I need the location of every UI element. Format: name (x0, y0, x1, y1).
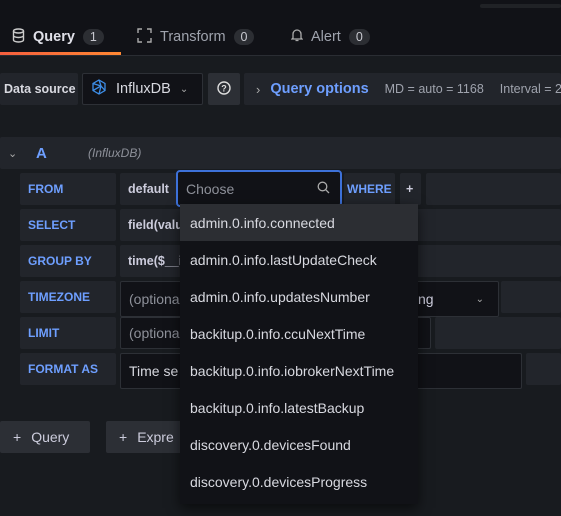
data-source-select[interactable]: InfluxDB ⌄ (82, 73, 203, 105)
add-where-button[interactable]: + (400, 173, 421, 205)
retention-policy-select[interactable]: default (120, 173, 180, 205)
measurement-dropdown: admin.0.info.connected admin.0.info.last… (180, 204, 418, 504)
row-filler (501, 281, 561, 313)
tab-label: Transform (160, 29, 226, 45)
format-as-label: FORMAT AS (20, 353, 116, 385)
transform-icon (137, 27, 152, 47)
button-label: Query (31, 429, 70, 445)
dropdown-option[interactable]: backitup.0.info.ccuNextTime (180, 315, 418, 352)
tab-label: Query (33, 29, 75, 45)
tab-transform[interactable]: Transform 0 (137, 26, 255, 48)
tab-count: 1 (82, 29, 104, 45)
tab-query[interactable]: Query 1 (12, 26, 104, 48)
order-by-value: ng (418, 291, 434, 307)
dropdown-option[interactable]: backitup.0.info.latestBackup (180, 389, 418, 426)
query-ref-id[interactable]: A (36, 145, 47, 162)
bell-icon (290, 28, 304, 46)
database-icon (12, 27, 25, 47)
timezone-label: TIMEZONE (20, 281, 116, 313)
plus-icon: + (13, 429, 22, 445)
measurement-placeholder: Choose (186, 180, 235, 197)
query-options-toggle[interactable]: Query options (270, 81, 368, 97)
row-filler (526, 353, 561, 385)
row-filler (435, 317, 561, 349)
from-label: FROM (20, 173, 116, 205)
query-datasource-name: (InfluxDB) (88, 146, 142, 160)
chevron-right-icon: › (256, 81, 261, 97)
max-data-points: MD = auto = 1168 (384, 82, 484, 96)
add-query-button[interactable]: + Query (0, 421, 90, 453)
interval: Interval = 20 (499, 82, 561, 96)
dropdown-option[interactable]: backitup.0.info.iobrokerNextTime (180, 352, 418, 389)
dropdown-option[interactable]: discovery.0.devicesProgress (180, 463, 418, 500)
collapse-chevron-icon[interactable]: ⌄ (8, 147, 17, 160)
help-icon: ? (217, 80, 231, 98)
dropdown-option[interactable]: admin.0.info.updatesNumber (180, 278, 418, 315)
tab-label: Alert (311, 29, 341, 45)
dropdown-option[interactable]: admin.0.info.lastUpdateCheck (180, 241, 418, 278)
chevron-down-icon: ⌄ (475, 293, 484, 305)
svg-text:?: ? (221, 83, 227, 93)
chevron-down-icon: ⌄ (179, 83, 189, 95)
help-button[interactable]: ? (208, 73, 240, 105)
dropdown-option[interactable]: discovery.0.devicesFound (180, 426, 418, 463)
query-row-header[interactable]: ⌄ A (InfluxDB) (0, 137, 561, 169)
row-filler (426, 173, 561, 205)
tab-count: 0 (233, 29, 255, 45)
search-icon (317, 181, 330, 197)
tab-alert[interactable]: Alert 0 (290, 26, 370, 48)
select-label: SELECT (20, 209, 116, 241)
tab-count: 0 (348, 29, 370, 45)
data-source-value: InfluxDB (116, 81, 171, 97)
influxdb-icon (91, 79, 107, 99)
data-source-label: Data source (0, 73, 78, 105)
timezone-placeholder: (optiona (129, 291, 180, 307)
limit-placeholder: (optiona (129, 325, 180, 341)
where-label: WHERE (344, 173, 395, 205)
group-by-label: GROUP BY (20, 245, 116, 277)
active-tab-indicator (0, 52, 121, 55)
scrollbar[interactable] (480, 4, 561, 8)
limit-label: LIMIT (20, 317, 116, 349)
query-options-bar[interactable]: › Query options MD = auto = 1168 Interva… (244, 73, 561, 105)
dropdown-option[interactable]: admin.0.info.connected (180, 204, 418, 241)
format-as-value: Time se (129, 363, 179, 379)
button-label: Expre (137, 429, 174, 445)
measurement-input[interactable]: Choose (176, 170, 342, 207)
plus-icon: + (119, 429, 128, 445)
